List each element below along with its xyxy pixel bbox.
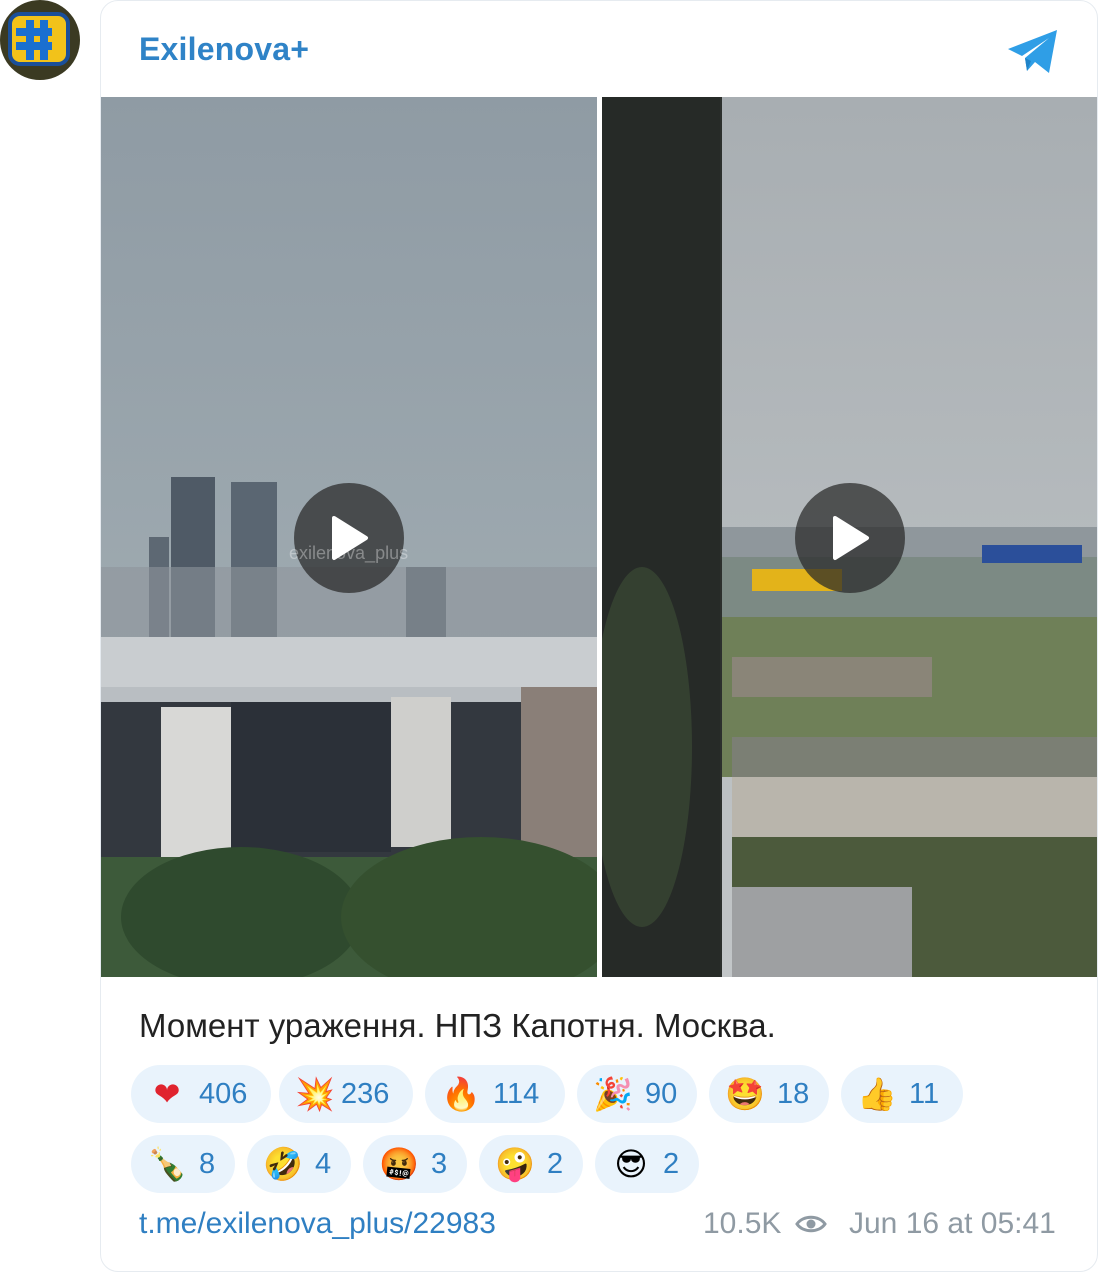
rofl-icon: 🤣 (263, 1145, 303, 1183)
channel-avatar[interactable] (0, 0, 80, 80)
reaction-count: 18 (777, 1077, 810, 1110)
fire-icon: 🔥 (441, 1075, 481, 1113)
play-button[interactable] (294, 483, 404, 593)
play-button[interactable] (795, 483, 905, 593)
reaction-count: 406 (199, 1077, 248, 1110)
post-caption: Момент ураження. НПЗ Капотня. Москва. (139, 1007, 776, 1044)
play-icon (833, 516, 869, 560)
reaction-count: 11 (909, 1077, 940, 1110)
reaction-zany-face[interactable]: 🤪 2 (479, 1135, 583, 1193)
telegram-icon[interactable] (1005, 27, 1061, 77)
view-count: 10.5K (703, 1207, 782, 1240)
reaction-count: 2 (663, 1147, 680, 1180)
video-thumbnail-industrial[interactable] (602, 97, 1097, 977)
video-thumbnail-city[interactable]: exilenova_plus (101, 97, 597, 977)
reaction-sunglasses-face[interactable]: 😎 2 (595, 1135, 699, 1193)
zany-face-icon: 🤪 (495, 1145, 535, 1183)
reaction-count: 3 (431, 1147, 448, 1180)
channel-logo-icon (8, 12, 70, 66)
reaction-rofl[interactable]: 🤣 4 (247, 1135, 351, 1193)
reaction-count: 236 (341, 1077, 390, 1110)
reaction-champagne[interactable]: 🍾 8 (131, 1135, 235, 1193)
sunglasses-face-icon: 😎 (614, 1145, 648, 1183)
eye-icon (795, 1215, 827, 1233)
reaction-count: 4 (315, 1147, 332, 1180)
party-popper-icon: 🎉 (593, 1075, 633, 1113)
reaction-count: 8 (199, 1147, 216, 1180)
reaction-count: 2 (547, 1147, 564, 1180)
post-card: Exilenova+ exilenova_plus Момент ураженн… (100, 0, 1098, 1272)
star-struck-icon: 🤩 (725, 1075, 765, 1113)
reaction-party-popper[interactable]: 🎉 90 (577, 1065, 697, 1123)
reaction-heart[interactable]: ❤ 406 (131, 1065, 271, 1123)
explosion-icon: 💥 (295, 1075, 335, 1113)
reaction-star-struck[interactable]: 🤩 18 (709, 1065, 829, 1123)
video-watermark: exilenova_plus (289, 543, 409, 563)
reaction-thumbs-up[interactable]: 👍 11 (841, 1065, 963, 1123)
channel-name[interactable]: Exilenova+ (139, 31, 309, 68)
champagne-icon: 🍾 (147, 1145, 187, 1183)
post-link[interactable]: t.me/exilenova_plus/22983 (139, 1207, 496, 1241)
reaction-fire[interactable]: 🔥 114 (425, 1065, 565, 1123)
reaction-cursing-face[interactable]: 🤬 3 (363, 1135, 467, 1193)
media-gallery: exilenova_plus (101, 97, 1097, 977)
reaction-explosion[interactable]: 💥 236 (279, 1065, 413, 1123)
reaction-count: 90 (645, 1077, 678, 1110)
post-date: Jun 16 at 05:41 (849, 1207, 1056, 1240)
thumbs-up-icon: 👍 (857, 1075, 897, 1113)
heart-icon: ❤ (153, 1075, 181, 1113)
reaction-count: 114 (493, 1077, 540, 1110)
cursing-face-icon: 🤬 (379, 1145, 419, 1183)
